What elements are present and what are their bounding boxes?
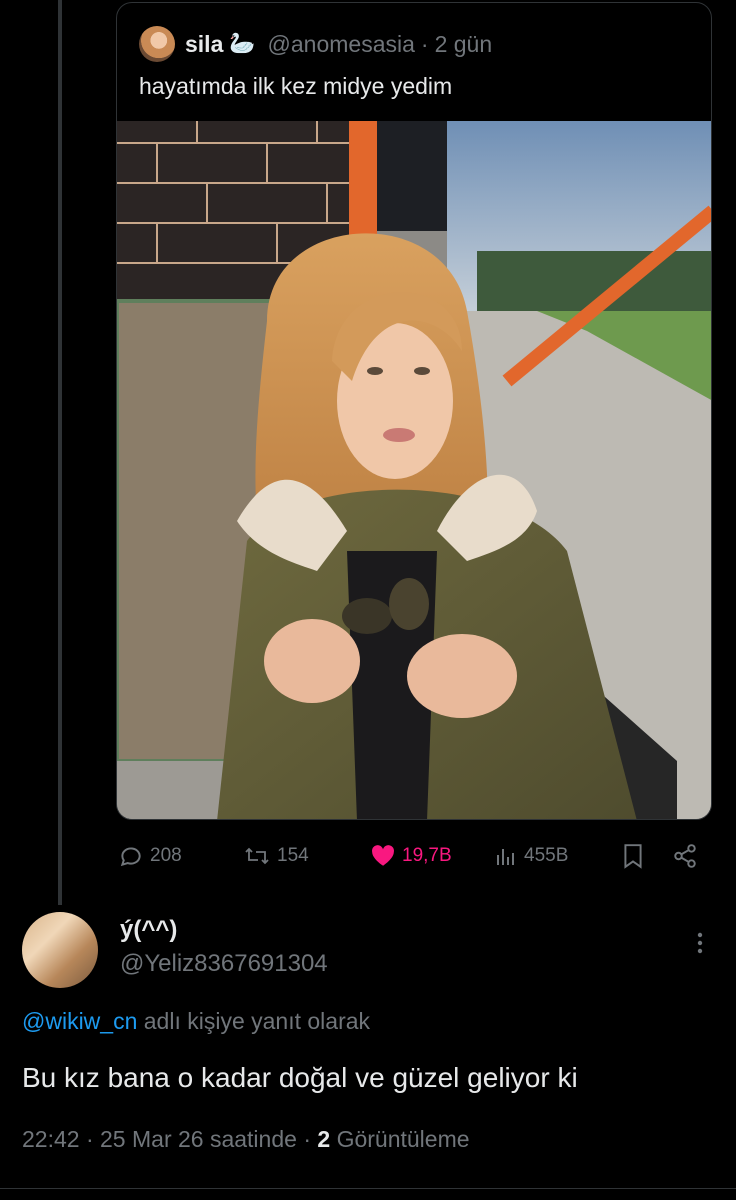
- like-count: 19,7B: [402, 845, 452, 866]
- quoted-meta: @anomesasia · 2 gün: [268, 31, 493, 58]
- like-button[interactable]: 19,7B: [370, 836, 452, 876]
- reply-button[interactable]: 208: [118, 836, 182, 876]
- photo-illustration: [117, 121, 711, 819]
- quoted-display-name[interactable]: sila: [185, 31, 223, 58]
- footer-dot: ·: [303, 1126, 311, 1152]
- meta-separator: ·: [420, 30, 429, 57]
- heart-icon: [372, 845, 394, 866]
- more-button[interactable]: [688, 928, 712, 958]
- quoted-tweet-header: sila 🦢 @anomesasia · 2 gün: [139, 25, 492, 63]
- share-icon: [674, 844, 696, 868]
- footer-dot: ·: [85, 1126, 94, 1152]
- reply-icon: [120, 847, 141, 867]
- reply-footer: 22:42 · 25 Mar 26 saatinde · 2 Görüntüle…: [22, 1126, 470, 1153]
- reply-view-count: 2: [317, 1126, 331, 1152]
- quoted-handle[interactable]: @anomesasia: [268, 31, 415, 58]
- more-icon: [697, 932, 703, 954]
- bookmark-button[interactable]: [622, 836, 644, 876]
- retweet-icon: [245, 847, 269, 865]
- reply-handle[interactable]: @Yeliz8367691304: [120, 950, 328, 978]
- thread-line: [58, 0, 62, 905]
- views-button[interactable]: 455B: [494, 836, 568, 876]
- replying-to: @wikiw_cn adlı kişiye yanıt olarak: [22, 1008, 370, 1035]
- reply-date[interactable]: 25 Mar 26 saatinde: [100, 1126, 297, 1152]
- reply-tweet[interactable]: ý(^^) @Yeliz8367691304 @wikiw_cn adlı ki…: [0, 900, 736, 1200]
- quoted-tweet-card[interactable]: sila 🦢 @anomesasia · 2 gün hayatımda ilk…: [116, 2, 712, 820]
- bottom-divider: [0, 1188, 736, 1189]
- view-count: 455B: [524, 845, 569, 866]
- views-icon: [497, 849, 514, 865]
- quoted-tweet-text: hayatımda ilk kez midye yedim: [139, 73, 453, 99]
- quoted-time[interactable]: 2 gün: [435, 31, 493, 58]
- reply-time[interactable]: 22:42: [22, 1126, 80, 1152]
- reply-view-label: Görüntüleme: [336, 1126, 470, 1152]
- reply-avatar[interactable]: [22, 912, 98, 988]
- replying-to-link[interactable]: @wikiw_cn: [22, 1008, 137, 1034]
- tweet-actions: 208 154 19,7B 455B: [116, 836, 712, 876]
- bookmark-icon: [624, 844, 642, 869]
- reply-text: Bu kız bana o kadar doğal ve güzel geliy…: [22, 1062, 578, 1093]
- retweet-button[interactable]: 154: [243, 836, 309, 876]
- retweet-count: 154: [277, 845, 309, 866]
- swan-emoji: 🦢: [229, 32, 256, 55]
- tweet-photo[interactable]: [117, 121, 711, 819]
- reply-display-name[interactable]: ý(^^): [120, 916, 177, 944]
- replying-to-suffix: adlı kişiye yanıt olarak: [143, 1008, 371, 1034]
- quoted-avatar[interactable]: [139, 26, 175, 62]
- share-button[interactable]: [672, 836, 698, 876]
- reply-count: 208: [150, 845, 182, 866]
